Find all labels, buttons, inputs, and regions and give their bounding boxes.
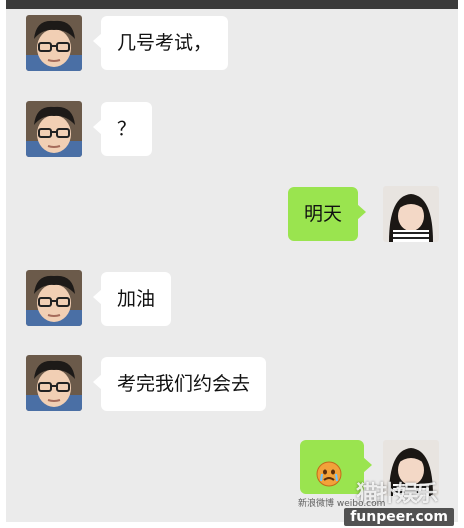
message-text: 加油 [117, 288, 156, 310]
message-bubble-incoming[interactable]: 考完我们约会去 [92, 357, 267, 411]
message-bubble-incoming[interactable]: ？ [92, 102, 153, 156]
girl-avatar[interactable] [383, 186, 439, 242]
header-bar [6, 0, 458, 9]
message-text: 明天 [304, 203, 343, 225]
chat-window: 几号考试， ？ 明天 加油 考完我们约会去 猫扑娱乐 新浪微博 weibo.co… [6, 0, 458, 522]
message-text: 几号考试， [117, 32, 213, 54]
watermark-site: funpeer.com [344, 508, 454, 526]
message-bubble-incoming[interactable]: 几号考试， [92, 16, 229, 70]
boy-avatar[interactable] [26, 270, 82, 326]
message-bubble-outgoing[interactable] [300, 440, 372, 494]
boy-avatar[interactable] [26, 355, 82, 411]
message-bubble-outgoing[interactable]: 明天 [288, 187, 367, 241]
boy-avatar[interactable] [26, 15, 82, 71]
boy-avatar[interactable] [26, 101, 82, 157]
message-text: ？ [117, 118, 137, 140]
message-bubble-incoming[interactable]: 加油 [92, 272, 172, 326]
message-text: 考完我们约会去 [117, 373, 251, 395]
